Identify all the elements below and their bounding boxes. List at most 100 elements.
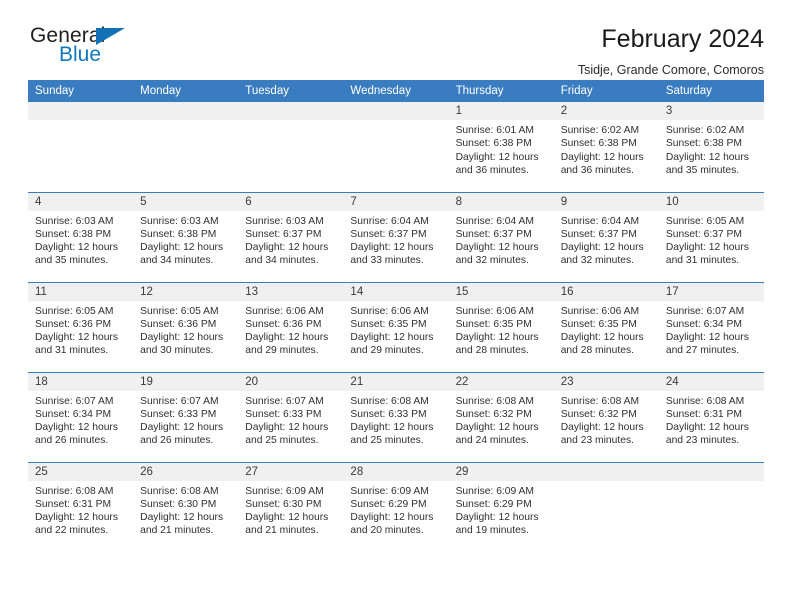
sunset-text: Sunset: 6:34 PM	[35, 408, 112, 420]
day-number: 6	[238, 192, 344, 211]
daylight-text-line2: and 31 minutes.	[35, 345, 109, 357]
day-number: 25	[28, 462, 134, 481]
day-details: Sunrise: 6:02 AM Sunset: 6:38 PM Daylight:…	[554, 120, 659, 177]
day-number: 17	[658, 282, 764, 301]
daylight-text-line2: and 35 minutes.	[35, 255, 109, 267]
calendar-day-cell[interactable]: 10 Sunrise: 6:05 AM Sunset: 6:37 PM Dayligh…	[658, 191, 764, 282]
day-details: Sunrise: 6:06 AM Sunset: 6:36 PM Daylight:…	[238, 301, 343, 358]
day-number: 27	[238, 462, 344, 481]
calendar-page: General Blue February 2024 Tsidje, Grand…	[0, 0, 792, 612]
calendar-day-cell[interactable]: 6 Sunrise: 6:03 AM Sunset: 6:37 PM Daylight…	[238, 191, 344, 282]
daylight-text-line2: and 36 minutes.	[455, 164, 529, 176]
calendar-day-cell[interactable]: 26 Sunrise: 6:08 AM Sunset: 6:30 PM Dayligh…	[133, 461, 239, 552]
daylight-text-line2: and 34 minutes.	[245, 255, 319, 267]
daylight-text-line1: Daylight: 12 hours	[455, 151, 539, 163]
day-details: Sunrise: 6:07 AM Sunset: 6:33 PM Daylight:…	[238, 391, 343, 448]
calendar-day-cell[interactable]: 22 Sunrise: 6:08 AM Sunset: 6:32 PM Dayligh…	[448, 371, 554, 462]
calendar-day-cell[interactable]: 8 Sunrise: 6:04 AM Sunset: 6:37 PM Daylight…	[448, 191, 554, 282]
calendar-day-cell[interactable]: 14 Sunrise: 6:06 AM Sunset: 6:35 PM Dayligh…	[343, 281, 449, 372]
daylight-text-line1: Daylight: 12 hours	[560, 422, 644, 434]
day-number: 16	[553, 282, 659, 301]
sunset-text: Sunset: 6:36 PM	[245, 318, 322, 330]
sunset-text: Sunset: 6:33 PM	[140, 408, 217, 420]
calendar-day-cell[interactable]: 5 Sunrise: 6:03 AM Sunset: 6:38 PM Daylight…	[133, 191, 239, 282]
sunset-text: Sunset: 6:37 PM	[245, 228, 322, 240]
day-details: Sunrise: 6:08 AM Sunset: 6:31 PM Daylight:…	[28, 481, 133, 538]
daylight-text-line2: and 24 minutes.	[455, 435, 529, 447]
day-details: Sunrise: 6:03 AM Sunset: 6:38 PM Daylight:…	[133, 211, 238, 268]
sunrise-text: Sunrise: 6:07 AM	[665, 305, 745, 317]
sunrise-text: Sunrise: 6:03 AM	[35, 215, 114, 227]
day-details: Sunrise: 6:06 AM Sunset: 6:35 PM Daylight:…	[449, 301, 554, 358]
calendar-day-cell[interactable]: 3 Sunrise: 6:02 AM Sunset: 6:38 PM Daylight…	[658, 102, 764, 192]
day-number: 11	[28, 282, 134, 301]
sunset-text: Sunset: 6:37 PM	[560, 228, 637, 240]
sunrise-text: Sunrise: 6:08 AM	[665, 395, 745, 407]
page-header: General Blue February 2024 Tsidje, Grand…	[28, 0, 764, 77]
daylight-text-line1: Daylight: 12 hours	[455, 512, 539, 524]
weekday-header-row: Sunday Monday Tuesday Wednesday Thursday…	[28, 80, 764, 102]
sunset-text: Sunset: 6:35 PM	[455, 318, 532, 330]
calendar-day-cell[interactable]: 29 Sunrise: 6:09 AM Sunset: 6:29 PM Dayligh…	[448, 461, 554, 552]
daylight-text-line1: Daylight: 12 hours	[245, 332, 329, 344]
daylight-text-line1: Daylight: 12 hours	[140, 242, 224, 254]
day-number: 19	[133, 372, 239, 391]
day-number: 1	[448, 102, 554, 120]
calendar-week-row: 18 Sunrise: 6:07 AM Sunset: 6:34 PM Dayligh…	[28, 371, 764, 462]
daylight-text-line2: and 33 minutes.	[350, 255, 424, 267]
day-details: Sunrise: 6:07 AM Sunset: 6:33 PM Daylight:…	[133, 391, 238, 448]
sunrise-text: Sunrise: 6:08 AM	[35, 485, 114, 497]
day-details: Sunrise: 6:03 AM Sunset: 6:38 PM Daylight:…	[28, 211, 133, 268]
day-details: Sunrise: 6:04 AM Sunset: 6:37 PM Daylight:…	[554, 211, 659, 268]
sunset-text: Sunset: 6:33 PM	[245, 408, 322, 420]
day-details: Sunrise: 6:08 AM Sunset: 6:32 PM Daylight:…	[554, 391, 659, 448]
calendar-day-cell[interactable]: 27 Sunrise: 6:09 AM Sunset: 6:30 PM Dayligh…	[238, 461, 344, 552]
day-number	[553, 462, 659, 481]
general-blue-logo[interactable]: General Blue	[28, 24, 178, 72]
daylight-text-line1: Daylight: 12 hours	[455, 332, 539, 344]
calendar-day-cell[interactable]: 17 Sunrise: 6:07 AM Sunset: 6:34 PM Dayligh…	[658, 281, 764, 372]
sunrise-text: Sunrise: 6:02 AM	[665, 125, 745, 136]
sunset-text: Sunset: 6:34 PM	[665, 318, 742, 330]
calendar-day-cell[interactable]: 2 Sunrise: 6:02 AM Sunset: 6:38 PM Daylight…	[553, 102, 659, 192]
sunset-text: Sunset: 6:37 PM	[665, 228, 742, 240]
calendar-day-cell[interactable]: 20 Sunrise: 6:07 AM Sunset: 6:33 PM Dayligh…	[238, 371, 344, 462]
sunset-text: Sunset: 6:36 PM	[35, 318, 112, 330]
calendar-day-cell[interactable]: 9 Sunrise: 6:04 AM Sunset: 6:37 PM Daylight…	[553, 191, 659, 282]
sunset-text: Sunset: 6:38 PM	[560, 138, 637, 150]
calendar-day-cell[interactable]: 13 Sunrise: 6:06 AM Sunset: 6:36 PM Dayligh…	[238, 281, 344, 372]
sunrise-text: Sunrise: 6:04 AM	[560, 215, 640, 227]
day-number: 15	[448, 282, 554, 301]
day-number: 26	[133, 462, 239, 481]
calendar-day-cell[interactable]: 18 Sunrise: 6:07 AM Sunset: 6:34 PM Dayligh…	[28, 371, 134, 462]
calendar-day-cell[interactable]: 28 Sunrise: 6:09 AM Sunset: 6:29 PM Dayligh…	[343, 461, 449, 552]
page-subtitle: Tsidje, Grande Comore, Comoros	[577, 63, 764, 77]
daylight-text-line1: Daylight: 12 hours	[665, 151, 749, 163]
calendar-day-cell[interactable]: 19 Sunrise: 6:07 AM Sunset: 6:33 PM Dayligh…	[133, 371, 239, 462]
sunset-text: Sunset: 6:35 PM	[350, 318, 427, 330]
calendar-day-cell[interactable]: 7 Sunrise: 6:04 AM Sunset: 6:37 PM Daylight…	[343, 191, 449, 282]
calendar-day-cell[interactable]: 24 Sunrise: 6:08 AM Sunset: 6:31 PM Dayligh…	[658, 371, 764, 462]
day-number: 29	[448, 462, 554, 481]
sunrise-text: Sunrise: 6:07 AM	[140, 395, 219, 407]
day-details: Sunrise: 6:06 AM Sunset: 6:35 PM Daylight:…	[554, 301, 659, 358]
day-number	[238, 102, 344, 120]
calendar-day-cell[interactable]: 15 Sunrise: 6:06 AM Sunset: 6:35 PM Dayligh…	[448, 281, 554, 372]
calendar-day-cell[interactable]: 1 Sunrise: 6:01 AM Sunset: 6:38 PM Daylight…	[448, 102, 554, 192]
calendar-day-cell[interactable]: 4 Sunrise: 6:03 AM Sunset: 6:38 PM Daylight…	[28, 191, 134, 282]
calendar-day-cell[interactable]: 21 Sunrise: 6:08 AM Sunset: 6:33 PM Dayligh…	[343, 371, 449, 462]
calendar-day-cell[interactable]: 23 Sunrise: 6:08 AM Sunset: 6:32 PM Dayligh…	[553, 371, 659, 462]
sunset-text: Sunset: 6:35 PM	[560, 318, 637, 330]
calendar-day-cell[interactable]: 11 Sunrise: 6:05 AM Sunset: 6:36 PM Dayligh…	[28, 281, 134, 372]
calendar-day-cell[interactable]: 25 Sunrise: 6:08 AM Sunset: 6:31 PM Dayligh…	[28, 461, 134, 552]
daylight-text-line2: and 29 minutes.	[350, 345, 424, 357]
sunrise-text: Sunrise: 6:04 AM	[350, 215, 429, 227]
calendar-empty-cell	[28, 102, 134, 192]
day-details: Sunrise: 6:08 AM Sunset: 6:30 PM Daylight:…	[133, 481, 238, 538]
calendar-day-cell[interactable]: 12 Sunrise: 6:05 AM Sunset: 6:36 PM Dayligh…	[133, 281, 239, 372]
sunset-text: Sunset: 6:32 PM	[560, 408, 637, 420]
day-number: 5	[133, 192, 239, 211]
daylight-text-line1: Daylight: 12 hours	[665, 332, 749, 344]
calendar-day-cell[interactable]: 16 Sunrise: 6:06 AM Sunset: 6:35 PM Dayligh…	[553, 281, 659, 372]
sunset-text: Sunset: 6:38 PM	[140, 228, 217, 240]
